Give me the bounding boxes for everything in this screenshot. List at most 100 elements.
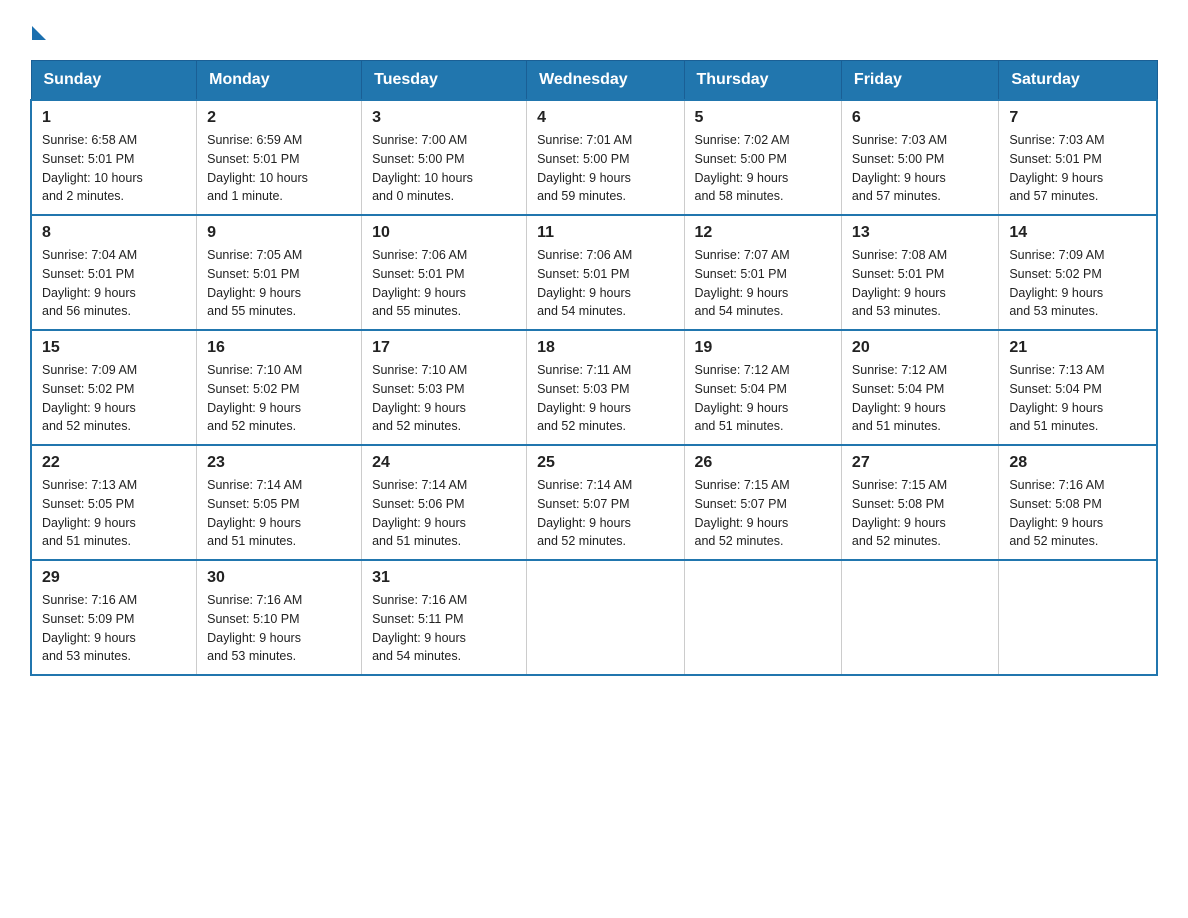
- day-number: 17: [372, 339, 516, 357]
- day-number: 10: [372, 224, 516, 242]
- day-cell: 5 Sunrise: 7:02 AM Sunset: 5:00 PM Dayli…: [684, 100, 841, 215]
- day-cell: 15 Sunrise: 7:09 AM Sunset: 5:02 PM Dayl…: [31, 330, 197, 445]
- day-cell: 4 Sunrise: 7:01 AM Sunset: 5:00 PM Dayli…: [527, 100, 684, 215]
- day-info: Sunrise: 7:06 AM Sunset: 5:01 PM Dayligh…: [372, 246, 516, 321]
- day-number: 21: [1009, 339, 1146, 357]
- day-info: Sunrise: 7:16 AM Sunset: 5:09 PM Dayligh…: [42, 591, 186, 666]
- day-info: Sunrise: 7:00 AM Sunset: 5:00 PM Dayligh…: [372, 131, 516, 206]
- day-cell: 16 Sunrise: 7:10 AM Sunset: 5:02 PM Dayl…: [197, 330, 362, 445]
- logo-arrow-icon: [32, 26, 46, 40]
- day-info: Sunrise: 7:12 AM Sunset: 5:04 PM Dayligh…: [852, 361, 988, 436]
- day-cell: 11 Sunrise: 7:06 AM Sunset: 5:01 PM Dayl…: [527, 215, 684, 330]
- day-number: 11: [537, 224, 673, 242]
- day-info: Sunrise: 7:02 AM Sunset: 5:00 PM Dayligh…: [695, 131, 831, 206]
- week-row-5: 29 Sunrise: 7:16 AM Sunset: 5:09 PM Dayl…: [31, 560, 1157, 675]
- day-info: Sunrise: 7:11 AM Sunset: 5:03 PM Dayligh…: [537, 361, 673, 436]
- day-number: 9: [207, 224, 351, 242]
- day-cell: 22 Sunrise: 7:13 AM Sunset: 5:05 PM Dayl…: [31, 445, 197, 560]
- day-number: 14: [1009, 224, 1146, 242]
- day-number: 4: [537, 109, 673, 127]
- day-number: 25: [537, 454, 673, 472]
- day-cell: 24 Sunrise: 7:14 AM Sunset: 5:06 PM Dayl…: [362, 445, 527, 560]
- day-number: 20: [852, 339, 988, 357]
- day-cell: 20 Sunrise: 7:12 AM Sunset: 5:04 PM Dayl…: [841, 330, 998, 445]
- day-number: 24: [372, 454, 516, 472]
- day-cell: 2 Sunrise: 6:59 AM Sunset: 5:01 PM Dayli…: [197, 100, 362, 215]
- day-cell: 8 Sunrise: 7:04 AM Sunset: 5:01 PM Dayli…: [31, 215, 197, 330]
- day-info: Sunrise: 7:10 AM Sunset: 5:03 PM Dayligh…: [372, 361, 516, 436]
- day-cell: 13 Sunrise: 7:08 AM Sunset: 5:01 PM Dayl…: [841, 215, 998, 330]
- day-cell: 9 Sunrise: 7:05 AM Sunset: 5:01 PM Dayli…: [197, 215, 362, 330]
- day-info: Sunrise: 7:09 AM Sunset: 5:02 PM Dayligh…: [1009, 246, 1146, 321]
- day-info: Sunrise: 7:14 AM Sunset: 5:05 PM Dayligh…: [207, 476, 351, 551]
- day-cell: 23 Sunrise: 7:14 AM Sunset: 5:05 PM Dayl…: [197, 445, 362, 560]
- day-number: 18: [537, 339, 673, 357]
- day-info: Sunrise: 7:06 AM Sunset: 5:01 PM Dayligh…: [537, 246, 673, 321]
- day-info: Sunrise: 7:03 AM Sunset: 5:01 PM Dayligh…: [1009, 131, 1146, 206]
- day-number: 2: [207, 109, 351, 127]
- day-info: Sunrise: 7:15 AM Sunset: 5:08 PM Dayligh…: [852, 476, 988, 551]
- day-info: Sunrise: 7:12 AM Sunset: 5:04 PM Dayligh…: [695, 361, 831, 436]
- day-info: Sunrise: 7:14 AM Sunset: 5:06 PM Dayligh…: [372, 476, 516, 551]
- week-row-3: 15 Sunrise: 7:09 AM Sunset: 5:02 PM Dayl…: [31, 330, 1157, 445]
- day-info: Sunrise: 7:10 AM Sunset: 5:02 PM Dayligh…: [207, 361, 351, 436]
- day-info: Sunrise: 7:15 AM Sunset: 5:07 PM Dayligh…: [695, 476, 831, 551]
- day-number: 27: [852, 454, 988, 472]
- day-cell: 28 Sunrise: 7:16 AM Sunset: 5:08 PM Dayl…: [999, 445, 1157, 560]
- day-info: Sunrise: 7:01 AM Sunset: 5:00 PM Dayligh…: [537, 131, 673, 206]
- day-number: 29: [42, 569, 186, 587]
- weekday-header-friday: Friday: [841, 61, 998, 101]
- day-cell: 26 Sunrise: 7:15 AM Sunset: 5:07 PM Dayl…: [684, 445, 841, 560]
- page-header: [30, 20, 1158, 40]
- day-cell: 14 Sunrise: 7:09 AM Sunset: 5:02 PM Dayl…: [999, 215, 1157, 330]
- day-cell: 6 Sunrise: 7:03 AM Sunset: 5:00 PM Dayli…: [841, 100, 998, 215]
- day-number: 12: [695, 224, 831, 242]
- day-number: 23: [207, 454, 351, 472]
- day-info: Sunrise: 7:03 AM Sunset: 5:00 PM Dayligh…: [852, 131, 988, 206]
- week-row-2: 8 Sunrise: 7:04 AM Sunset: 5:01 PM Dayli…: [31, 215, 1157, 330]
- day-cell: 19 Sunrise: 7:12 AM Sunset: 5:04 PM Dayl…: [684, 330, 841, 445]
- day-number: 22: [42, 454, 186, 472]
- day-cell: 1 Sunrise: 6:58 AM Sunset: 5:01 PM Dayli…: [31, 100, 197, 215]
- day-info: Sunrise: 7:16 AM Sunset: 5:08 PM Dayligh…: [1009, 476, 1146, 551]
- day-info: Sunrise: 7:04 AM Sunset: 5:01 PM Dayligh…: [42, 246, 186, 321]
- day-cell: [527, 560, 684, 675]
- day-cell: 7 Sunrise: 7:03 AM Sunset: 5:01 PM Dayli…: [999, 100, 1157, 215]
- day-cell: 21 Sunrise: 7:13 AM Sunset: 5:04 PM Dayl…: [999, 330, 1157, 445]
- day-number: 19: [695, 339, 831, 357]
- day-number: 16: [207, 339, 351, 357]
- day-info: Sunrise: 6:58 AM Sunset: 5:01 PM Dayligh…: [42, 131, 186, 206]
- day-number: 28: [1009, 454, 1146, 472]
- day-number: 30: [207, 569, 351, 587]
- weekday-header-sunday: Sunday: [31, 61, 197, 101]
- day-cell: 10 Sunrise: 7:06 AM Sunset: 5:01 PM Dayl…: [362, 215, 527, 330]
- day-cell: [684, 560, 841, 675]
- day-info: Sunrise: 7:08 AM Sunset: 5:01 PM Dayligh…: [852, 246, 988, 321]
- day-cell: 30 Sunrise: 7:16 AM Sunset: 5:10 PM Dayl…: [197, 560, 362, 675]
- day-cell: [841, 560, 998, 675]
- day-number: 8: [42, 224, 186, 242]
- day-info: Sunrise: 7:16 AM Sunset: 5:10 PM Dayligh…: [207, 591, 351, 666]
- day-number: 7: [1009, 109, 1146, 127]
- logo: [30, 20, 46, 40]
- weekday-header-row: SundayMondayTuesdayWednesdayThursdayFrid…: [31, 61, 1157, 101]
- week-row-4: 22 Sunrise: 7:13 AM Sunset: 5:05 PM Dayl…: [31, 445, 1157, 560]
- day-cell: 12 Sunrise: 7:07 AM Sunset: 5:01 PM Dayl…: [684, 215, 841, 330]
- weekday-header-wednesday: Wednesday: [527, 61, 684, 101]
- day-info: Sunrise: 7:07 AM Sunset: 5:01 PM Dayligh…: [695, 246, 831, 321]
- weekday-header-monday: Monday: [197, 61, 362, 101]
- day-info: Sunrise: 7:16 AM Sunset: 5:11 PM Dayligh…: [372, 591, 516, 666]
- day-cell: 18 Sunrise: 7:11 AM Sunset: 5:03 PM Dayl…: [527, 330, 684, 445]
- day-info: Sunrise: 6:59 AM Sunset: 5:01 PM Dayligh…: [207, 131, 351, 206]
- day-cell: 25 Sunrise: 7:14 AM Sunset: 5:07 PM Dayl…: [527, 445, 684, 560]
- day-number: 5: [695, 109, 831, 127]
- day-info: Sunrise: 7:14 AM Sunset: 5:07 PM Dayligh…: [537, 476, 673, 551]
- day-number: 13: [852, 224, 988, 242]
- calendar-body: 1 Sunrise: 6:58 AM Sunset: 5:01 PM Dayli…: [31, 100, 1157, 675]
- day-info: Sunrise: 7:13 AM Sunset: 5:04 PM Dayligh…: [1009, 361, 1146, 436]
- day-info: Sunrise: 7:09 AM Sunset: 5:02 PM Dayligh…: [42, 361, 186, 436]
- weekday-header-thursday: Thursday: [684, 61, 841, 101]
- week-row-1: 1 Sunrise: 6:58 AM Sunset: 5:01 PM Dayli…: [31, 100, 1157, 215]
- day-number: 15: [42, 339, 186, 357]
- day-cell: [999, 560, 1157, 675]
